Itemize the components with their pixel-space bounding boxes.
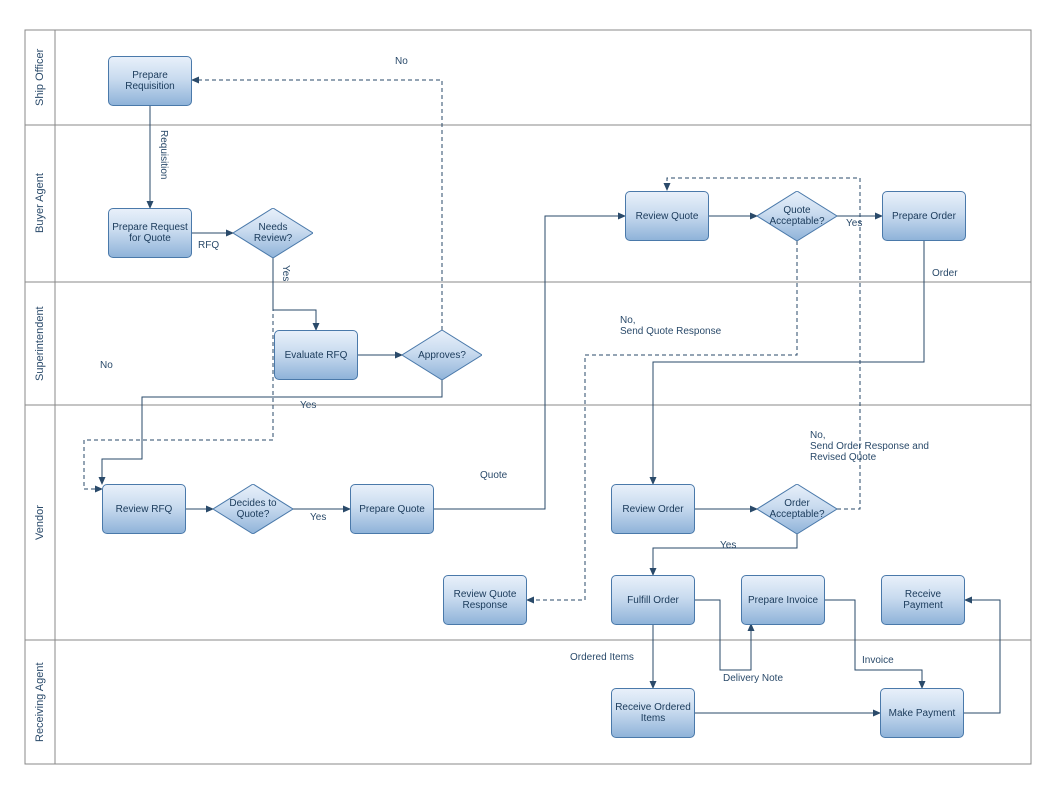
label-no-needs-review: No <box>100 360 113 371</box>
diamond-quote-acceptable: Quote Acceptable? <box>757 191 837 241</box>
diamond-decides-to-quote-text: Decides to Quote? <box>213 484 293 534</box>
diamond-decides-to-quote: Decides to Quote? <box>213 484 293 534</box>
box-fulfill-order: Fulfill Order <box>611 575 695 625</box>
box-receive-payment: Receive Payment <box>881 575 965 625</box>
box-prepare-order: Prepare Order <box>882 191 966 241</box>
lane-vendor: Vendor <box>30 405 50 640</box>
label-yes-approves: Yes <box>300 400 316 411</box>
box-evaluate-rfq: Evaluate RFQ <box>274 330 358 380</box>
lane-buyer-agent: Buyer Agent <box>30 125 50 282</box>
box-prepare-invoice: Prepare Invoice <box>741 575 825 625</box>
diamond-needs-review: Needs Review? <box>233 208 313 258</box>
box-review-quote-response: Review Quote Response <box>443 575 527 625</box>
box-review-order: Review Order <box>611 484 695 534</box>
label-invoice: Invoice <box>862 655 894 666</box>
diamond-order-acceptable-text: Order Acceptable? <box>757 484 837 534</box>
label-quote: Quote <box>480 470 507 481</box>
label-yes-order-acceptable: Yes <box>720 540 736 551</box>
diamond-approves: Approves? <box>402 330 482 380</box>
label-rfq: RFQ <box>198 240 219 251</box>
label-ordered-items: Ordered Items <box>570 652 634 663</box>
box-make-payment: Make Payment <box>880 688 964 738</box>
swimlane-diagram: Ship Officer Buyer Agent Superintendent … <box>0 0 1056 794</box>
label-no-send-order-response: No, Send Order Response and Revised Quot… <box>810 430 929 463</box>
lane-receiving-agent: Receiving Agent <box>30 640 50 764</box>
label-order: Order <box>932 268 958 279</box>
lane-superintendent: Superintendent <box>30 282 50 405</box>
label-requisition: Requisition <box>158 130 169 179</box>
label-no-send-quote-response: No, Send Quote Response <box>620 315 721 337</box>
label-delivery-note: Delivery Note <box>723 673 783 684</box>
label-yes-needs-review: Yes <box>280 265 291 281</box>
box-review-rfq: Review RFQ <box>102 484 186 534</box>
diamond-order-acceptable: Order Acceptable? <box>757 484 837 534</box>
lane-ship-officer: Ship Officer <box>30 30 50 125</box>
diamond-quote-acceptable-text: Quote Acceptable? <box>757 191 837 241</box>
box-prepare-rfq: Prepare Request for Quote <box>108 208 192 258</box>
diamond-needs-review-text: Needs Review? <box>233 208 313 258</box>
label-yes-quote-acceptable: Yes <box>846 218 862 229</box>
box-review-quote: Review Quote <box>625 191 709 241</box>
diamond-approves-text: Approves? <box>402 330 482 380</box>
box-prepare-quote: Prepare Quote <box>350 484 434 534</box>
label-yes-decides: Yes <box>310 512 326 523</box>
box-prepare-requisition: Prepare Requisition <box>108 56 192 106</box>
label-no-approves: No <box>395 56 408 67</box>
diagram-svg <box>0 0 1056 794</box>
box-receive-ordered-items: Receive Ordered Items <box>611 688 695 738</box>
